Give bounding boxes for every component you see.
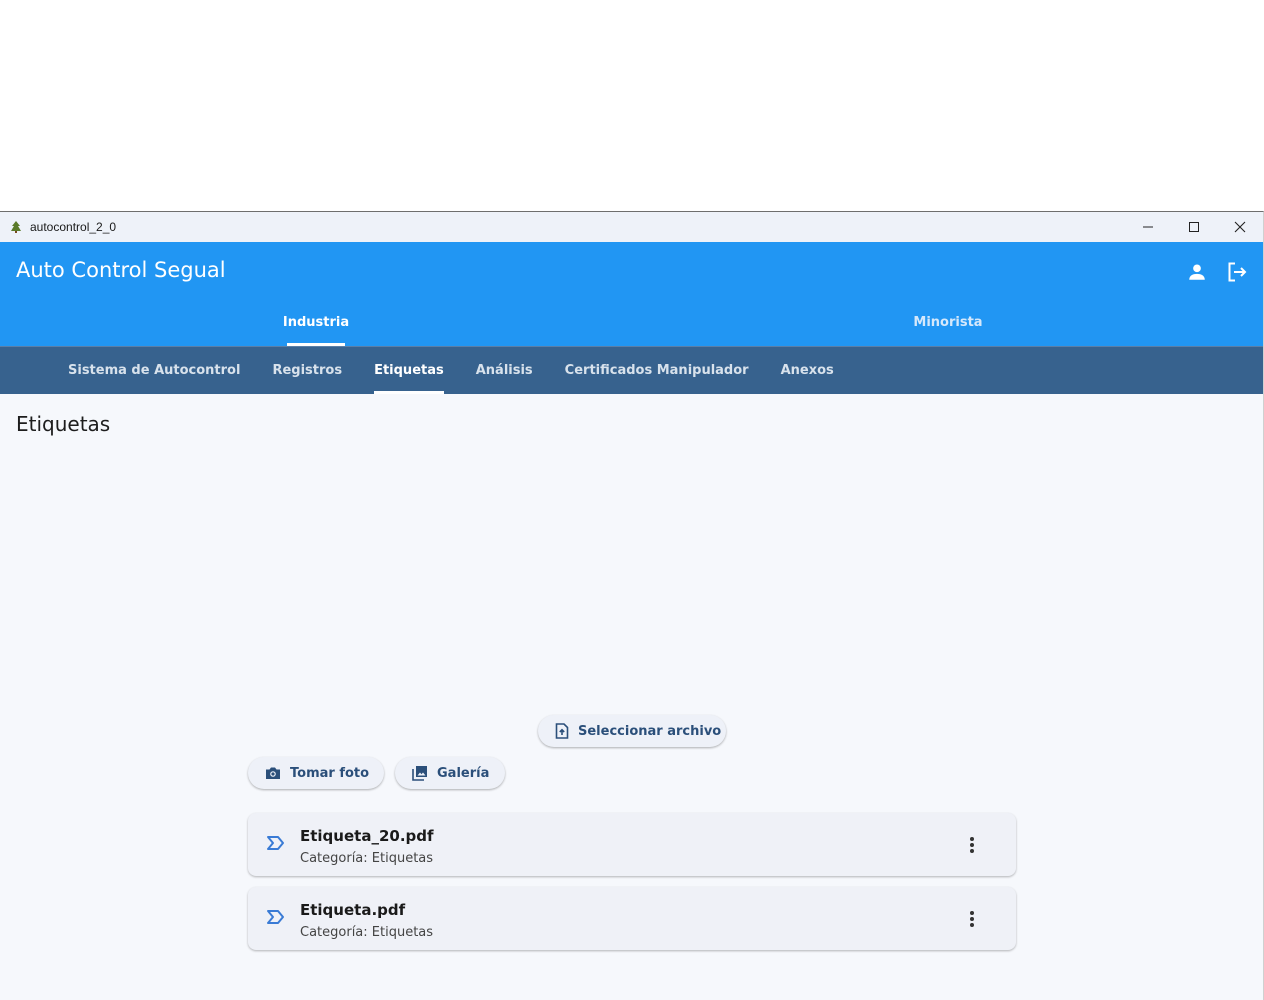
- logout-button[interactable]: [1217, 256, 1257, 288]
- photo-library-icon: [412, 765, 428, 781]
- more-options-button[interactable]: [962, 833, 982, 857]
- select-file-label: Seleccionar archivo: [578, 723, 722, 739]
- app-window: autocontrol_2_0 Auto Control Segual Indu…: [0, 211, 1264, 1000]
- take-photo-label: Tomar foto: [290, 765, 370, 781]
- desktop-background: [0, 0, 1264, 211]
- tab-label: Industria: [282, 314, 350, 330]
- close-button[interactable]: [1217, 212, 1263, 242]
- subtab-etiquetas[interactable]: Etiquetas: [358, 347, 460, 394]
- minimize-icon: [1143, 226, 1153, 228]
- subtab-sistema-de-autocontrol[interactable]: Sistema de Autocontrol: [52, 347, 256, 394]
- window-title: autocontrol_2_0: [30, 220, 117, 234]
- subtab-anexos[interactable]: Anexos: [765, 347, 850, 394]
- tab-industria[interactable]: Industria: [0, 298, 632, 346]
- subtab-label: Registros: [272, 363, 343, 378]
- appbar-actions: [1177, 256, 1257, 288]
- file-category: Categoría: Etiquetas: [300, 851, 434, 866]
- gallery-label: Galería: [437, 765, 490, 781]
- page-content: Etiquetas Seleccionar archivo Tomar foto…: [0, 394, 1263, 971]
- maximize-button[interactable]: [1171, 212, 1217, 242]
- more-vert-icon: [970, 837, 974, 853]
- subtab-label: Análisis: [475, 363, 533, 378]
- person-icon: [1189, 264, 1205, 280]
- sub-tabs: Sistema de Autocontrol Registros Etiquet…: [0, 346, 1263, 394]
- minimize-button[interactable]: [1125, 212, 1171, 242]
- subtab-label: Etiquetas: [374, 363, 444, 378]
- main-tabs: Industria Minorista: [0, 298, 1263, 346]
- gallery-button[interactable]: Galería: [395, 757, 505, 789]
- subtab-label: Anexos: [780, 363, 834, 378]
- window-controls: [1125, 212, 1263, 242]
- file-list-item[interactable]: Etiqueta.pdf Categoría: Etiquetas: [248, 887, 1016, 950]
- take-photo-button[interactable]: Tomar foto: [248, 757, 384, 789]
- subtab-analisis[interactable]: Análisis: [460, 347, 549, 394]
- label-icon: [266, 835, 286, 855]
- tab-indicator: [287, 343, 345, 346]
- subtab-certificados-manipulador[interactable]: Certificados Manipulador: [549, 347, 765, 394]
- more-vert-icon: [970, 911, 974, 927]
- file-category: Categoría: Etiquetas: [300, 925, 434, 940]
- label-icon: [266, 909, 286, 929]
- select-file-button[interactable]: Seleccionar archivo: [538, 715, 726, 747]
- tab-label: Minorista: [913, 314, 983, 330]
- maximize-icon: [1189, 222, 1199, 232]
- app-title: Auto Control Segual: [16, 258, 226, 282]
- file-name: Etiqueta_20.pdf: [300, 827, 434, 845]
- profile-button[interactable]: [1177, 256, 1217, 288]
- app-icon: [9, 220, 23, 234]
- subtab-label: Sistema de Autocontrol: [68, 363, 241, 378]
- file-list-item[interactable]: Etiqueta_20.pdf Categoría: Etiquetas: [248, 813, 1016, 876]
- app-bar: Auto Control Segual Industria Minorista: [0, 242, 1263, 346]
- window-titlebar: autocontrol_2_0: [0, 212, 1263, 242]
- close-icon: [1234, 221, 1246, 233]
- tab-minorista[interactable]: Minorista: [632, 298, 1263, 346]
- page-title: Etiquetas: [16, 412, 111, 436]
- file-name: Etiqueta.pdf: [300, 901, 406, 919]
- subtab-registros[interactable]: Registros: [256, 347, 358, 394]
- subtab-label: Certificados Manipulador: [564, 363, 749, 378]
- more-options-button[interactable]: [962, 907, 982, 931]
- camera-icon: [265, 766, 281, 780]
- logout-icon: [1228, 262, 1247, 282]
- upload-file-icon: [555, 723, 569, 739]
